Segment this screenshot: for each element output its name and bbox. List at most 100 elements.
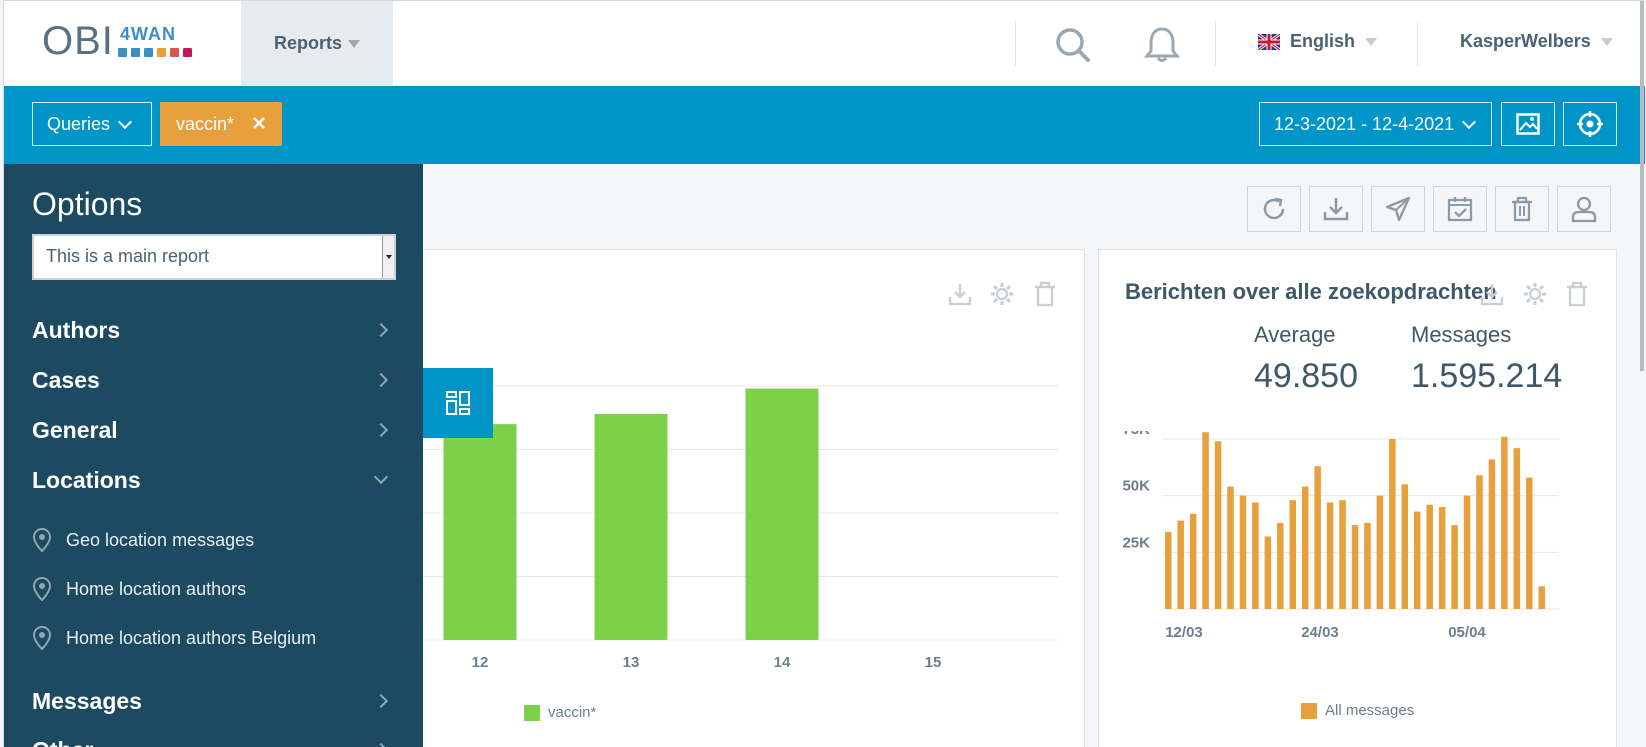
section-messages[interactable]: Messages [32, 681, 396, 721]
chevron-down-icon [1462, 114, 1477, 129]
refresh-button[interactable] [1247, 186, 1301, 232]
trash-icon [1512, 196, 1532, 222]
section-locations[interactable]: Locations [32, 460, 396, 500]
y-tick-label: 25K [1122, 534, 1150, 551]
section-label: Messages [32, 687, 142, 714]
bar [1214, 441, 1222, 609]
options-sidebar: Options This is a main report Authors Ca… [4, 164, 423, 747]
send-icon [1385, 196, 1411, 222]
select-arrow-icon [382, 236, 394, 278]
bar [1501, 436, 1508, 609]
bar [1414, 511, 1421, 609]
bar [1301, 486, 1309, 609]
delete-button[interactable] [1495, 186, 1549, 232]
average-value: 49.850 [1254, 357, 1358, 395]
report-type-select[interactable]: This is a main report [32, 234, 396, 280]
download-button[interactable] [1309, 186, 1363, 232]
bar [1538, 586, 1545, 609]
legend-swatch [1301, 702, 1317, 719]
x-tick-label: 15 [925, 654, 942, 671]
legend-label: vaccin* [548, 704, 597, 721]
query-tag-label: vaccin* [176, 113, 235, 134]
location-item-label: Geo location messages [66, 529, 255, 550]
language-label: English [1290, 31, 1356, 51]
language-selector[interactable]: English [1258, 31, 1378, 52]
panel-title: Berichten over alle zoekopdrachten [1125, 279, 1497, 304]
chevron-down-icon [373, 469, 389, 485]
bar [1264, 536, 1272, 609]
schedule-button[interactable] [1433, 186, 1487, 232]
bell-icon[interactable] [1142, 25, 1182, 65]
chevron-right-icon [373, 742, 389, 747]
panel-settings-icon[interactable] [1522, 281, 1548, 307]
panel-trash-icon[interactable] [1564, 281, 1590, 307]
bar [1239, 495, 1247, 609]
legend-right[interactable]: All messages [1301, 702, 1414, 719]
section-label: Cases [32, 366, 100, 393]
legend-left[interactable]: vaccin* [524, 704, 596, 721]
send-button[interactable] [1371, 186, 1425, 232]
bar [1351, 525, 1359, 609]
chevron-right-icon [373, 422, 389, 438]
query-tag[interactable]: vaccin* [160, 102, 283, 146]
close-icon[interactable] [252, 114, 266, 135]
section-other[interactable]: Other [32, 730, 396, 747]
section-cases[interactable]: Cases [32, 360, 396, 400]
date-range-picker[interactable]: 12-3-2021 - 12-4-2021 [1259, 102, 1492, 146]
section-label: Locations [32, 466, 141, 493]
chevron-right-icon [373, 372, 389, 388]
image-export-button[interactable] [1501, 102, 1555, 146]
panel-trash-icon[interactable] [1032, 281, 1058, 307]
section-label: Authors [32, 316, 121, 343]
x-tick-label: 12 [472, 654, 489, 671]
download-icon [1323, 198, 1349, 221]
y-tick-label: 50K [1122, 478, 1150, 495]
section-authors[interactable]: Authors [32, 310, 396, 350]
chevron-down-icon [117, 114, 133, 129]
chevron-down-icon [1365, 37, 1378, 46]
reports-menu[interactable]: Reports [241, 1, 393, 86]
target-button[interactable] [1563, 102, 1617, 146]
user-menu[interactable]: KasperWelbers [1460, 31, 1613, 52]
location-item[interactable]: Home location authors Belgium [32, 620, 396, 656]
layout-icon [446, 391, 470, 415]
queries-label: Queries [47, 113, 111, 134]
uk-flag-icon [1258, 33, 1280, 50]
divider [1015, 21, 1016, 66]
map-pin-icon [32, 626, 52, 650]
map-pin-icon [32, 528, 52, 552]
all-messages-bar-chart: 25K 50K 75K 12/03 24/03 05/04 [1122, 431, 1559, 641]
bar [443, 424, 517, 640]
bar [1326, 502, 1334, 609]
location-item[interactable]: Home location authors [32, 571, 396, 607]
options-title: Options [32, 186, 143, 222]
section-label: General [32, 416, 118, 443]
obi4wan-logo[interactable]: OBI 4WAN [42, 21, 202, 63]
x-tick-label: 24/03 [1301, 624, 1339, 641]
date-range-label: 12-3-2021 - 12-4-2021 [1274, 113, 1455, 134]
messages-value: 1.595.214 [1411, 357, 1563, 395]
messages-label: Messages [1411, 322, 1512, 347]
map-pin-icon [32, 577, 52, 601]
x-tick-label: 12/03 [1165, 624, 1203, 641]
x-tick-label: 13 [623, 654, 640, 671]
section-general[interactable]: General [32, 410, 396, 450]
panel-settings-icon[interactable] [989, 281, 1015, 307]
page-scrollbar[interactable] [1640, 1, 1644, 371]
bar [1252, 502, 1259, 609]
search-icon[interactable] [1053, 25, 1093, 65]
sidebar-toggle-button[interactable] [423, 368, 493, 438]
bar [1189, 513, 1197, 609]
bar [1202, 432, 1209, 609]
location-item[interactable]: Geo location messages [32, 522, 396, 558]
bar [1389, 439, 1396, 609]
share-user-button[interactable] [1557, 186, 1611, 232]
vaccin-bar-chart: 12 13 14 15 [394, 385, 1058, 671]
logo-text: OBI [42, 19, 114, 63]
panel-download-icon[interactable] [1479, 281, 1505, 307]
crosshair-icon [1577, 111, 1603, 137]
queries-dropdown[interactable]: Queries [32, 102, 152, 146]
panel-download-icon[interactable] [947, 281, 973, 307]
bar [1476, 475, 1483, 609]
calendar-check-icon [1447, 197, 1473, 222]
